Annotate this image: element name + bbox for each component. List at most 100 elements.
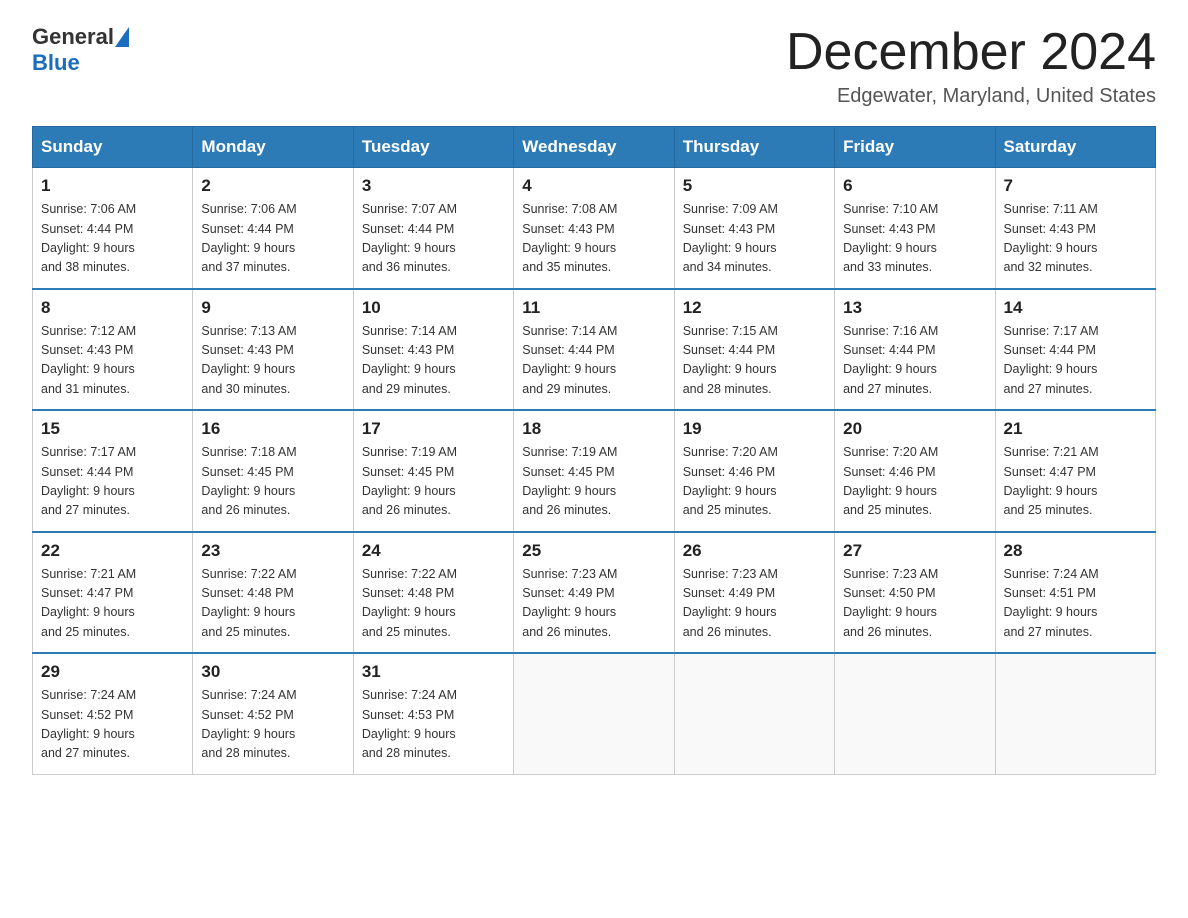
day-info: Sunrise: 7:07 AMSunset: 4:44 PMDaylight:… [362,200,505,278]
calendar-day-cell: 8 Sunrise: 7:12 AMSunset: 4:43 PMDaylight… [33,289,193,411]
day-number: 6 [843,176,986,196]
day-info: Sunrise: 7:22 AMSunset: 4:48 PMDaylight:… [362,565,505,643]
calendar-day-cell: 31 Sunrise: 7:24 AMSunset: 4:53 PMDayligh… [353,653,513,774]
day-info: Sunrise: 7:17 AMSunset: 4:44 PMDaylight:… [1004,322,1147,400]
day-info: Sunrise: 7:23 AMSunset: 4:50 PMDaylight:… [843,565,986,643]
day-info: Sunrise: 7:17 AMSunset: 4:44 PMDaylight:… [41,443,184,521]
day-number: 13 [843,298,986,318]
calendar-week-row: 1 Sunrise: 7:06 AMSunset: 4:44 PMDaylight… [33,168,1156,289]
logo-flag-icon [115,27,129,47]
calendar-day-cell: 9Sunrise: 7:13 AMSunset: 4:43 PMDaylight… [193,289,353,411]
day-number: 7 [1004,176,1147,196]
calendar-header-wednesday: Wednesday [514,127,674,168]
calendar-day-cell: 26 Sunrise: 7:23 AMSunset: 4:49 PMDayligh… [674,532,834,654]
day-info: Sunrise: 7:21 AMSunset: 4:47 PMDaylight:… [41,565,184,643]
day-number: 21 [1004,419,1147,439]
day-number: 3 [362,176,505,196]
page-header: General Blue December 2024 Edgewater, Ma… [32,24,1156,108]
day-info: Sunrise: 7:09 AMSunset: 4:43 PMDaylight:… [683,200,826,278]
calendar-table: SundayMondayTuesdayWednesdayThursdayFrid… [32,126,1156,775]
day-info: Sunrise: 7:13 AMSunset: 4:43 PMDaylight:… [201,322,344,400]
calendar-day-cell: 6Sunrise: 7:10 AMSunset: 4:43 PMDaylight… [835,168,995,289]
day-number: 14 [1004,298,1147,318]
logo: General Blue [32,24,129,76]
calendar-day-cell [674,653,834,774]
day-info: Sunrise: 7:15 AMSunset: 4:44 PMDaylight:… [683,322,826,400]
day-number: 8 [41,298,184,318]
day-number: 10 [362,298,505,318]
day-info: Sunrise: 7:24 AMSunset: 4:51 PMDaylight:… [1004,565,1147,643]
day-info: Sunrise: 7:19 AMSunset: 4:45 PMDaylight:… [362,443,505,521]
calendar-subtitle: Edgewater, Maryland, United States [786,85,1156,108]
logo-blue-text: Blue [32,50,80,76]
calendar-day-cell: 22 Sunrise: 7:21 AMSunset: 4:47 PMDayligh… [33,532,193,654]
day-number: 24 [362,541,505,561]
day-number: 1 [41,176,184,196]
calendar-day-cell: 23 Sunrise: 7:22 AMSunset: 4:48 PMDayligh… [193,532,353,654]
calendar-day-cell: 13 Sunrise: 7:16 AMSunset: 4:44 PMDayligh… [835,289,995,411]
day-number: 26 [683,541,826,561]
day-info: Sunrise: 7:16 AMSunset: 4:44 PMDaylight:… [843,322,986,400]
day-number: 4 [522,176,665,196]
day-number: 29 [41,662,184,682]
calendar-day-cell: 5 Sunrise: 7:09 AMSunset: 4:43 PMDaylight… [674,168,834,289]
day-number: 16 [201,419,344,439]
calendar-day-cell: 17 Sunrise: 7:19 AMSunset: 4:45 PMDayligh… [353,410,513,532]
day-info: Sunrise: 7:06 AMSunset: 4:44 PMDaylight:… [201,200,344,278]
day-info: Sunrise: 7:22 AMSunset: 4:48 PMDaylight:… [201,565,344,643]
calendar-day-cell: 15 Sunrise: 7:17 AMSunset: 4:44 PMDayligh… [33,410,193,532]
day-number: 15 [41,419,184,439]
calendar-title: December 2024 [786,24,1156,81]
day-number: 11 [522,298,665,318]
calendar-day-cell: 25 Sunrise: 7:23 AMSunset: 4:49 PMDayligh… [514,532,674,654]
calendar-day-cell: 28Sunrise: 7:24 AMSunset: 4:51 PMDayligh… [995,532,1155,654]
day-number: 23 [201,541,344,561]
calendar-week-row: 22 Sunrise: 7:21 AMSunset: 4:47 PMDayligh… [33,532,1156,654]
day-number: 25 [522,541,665,561]
day-info: Sunrise: 7:06 AMSunset: 4:44 PMDaylight:… [41,200,184,278]
calendar-day-cell: 27 Sunrise: 7:23 AMSunset: 4:50 PMDayligh… [835,532,995,654]
day-info: Sunrise: 7:23 AMSunset: 4:49 PMDaylight:… [683,565,826,643]
day-info: Sunrise: 7:14 AMSunset: 4:43 PMDaylight:… [362,322,505,400]
day-info: Sunrise: 7:11 AMSunset: 4:43 PMDaylight:… [1004,200,1147,278]
day-number: 19 [683,419,826,439]
day-info: Sunrise: 7:14 AMSunset: 4:44 PMDaylight:… [522,322,665,400]
day-info: Sunrise: 7:12 AMSunset: 4:43 PMDaylight:… [41,322,184,400]
calendar-day-cell: 16 Sunrise: 7:18 AMSunset: 4:45 PMDayligh… [193,410,353,532]
day-number: 5 [683,176,826,196]
day-number: 17 [362,419,505,439]
calendar-day-cell: 12Sunrise: 7:15 AMSunset: 4:44 PMDayligh… [674,289,834,411]
day-number: 20 [843,419,986,439]
calendar-day-cell: 1 Sunrise: 7:06 AMSunset: 4:44 PMDaylight… [33,168,193,289]
calendar-day-cell [514,653,674,774]
calendar-day-cell: 2Sunrise: 7:06 AMSunset: 4:44 PMDaylight… [193,168,353,289]
calendar-day-cell: 24 Sunrise: 7:22 AMSunset: 4:48 PMDayligh… [353,532,513,654]
calendar-header-sunday: Sunday [33,127,193,168]
day-info: Sunrise: 7:23 AMSunset: 4:49 PMDaylight:… [522,565,665,643]
calendar-day-cell: 11 Sunrise: 7:14 AMSunset: 4:44 PMDayligh… [514,289,674,411]
calendar-week-row: 15 Sunrise: 7:17 AMSunset: 4:44 PMDayligh… [33,410,1156,532]
calendar-day-cell: 4 Sunrise: 7:08 AMSunset: 4:43 PMDaylight… [514,168,674,289]
day-number: 31 [362,662,505,682]
calendar-day-cell: 21 Sunrise: 7:21 AMSunset: 4:47 PMDayligh… [995,410,1155,532]
calendar-day-cell: 30Sunrise: 7:24 AMSunset: 4:52 PMDayligh… [193,653,353,774]
calendar-day-cell: 20Sunrise: 7:20 AMSunset: 4:46 PMDayligh… [835,410,995,532]
calendar-day-cell: 10 Sunrise: 7:14 AMSunset: 4:43 PMDayligh… [353,289,513,411]
calendar-week-row: 29 Sunrise: 7:24 AMSunset: 4:52 PMDayligh… [33,653,1156,774]
day-info: Sunrise: 7:20 AMSunset: 4:46 PMDaylight:… [683,443,826,521]
calendar-day-cell: 18Sunrise: 7:19 AMSunset: 4:45 PMDayligh… [514,410,674,532]
calendar-week-row: 8 Sunrise: 7:12 AMSunset: 4:43 PMDaylight… [33,289,1156,411]
calendar-day-cell: 29Sunrise: 7:24 AMSunset: 4:52 PMDayligh… [33,653,193,774]
day-info: Sunrise: 7:21 AMSunset: 4:47 PMDaylight:… [1004,443,1147,521]
day-info: Sunrise: 7:24 AMSunset: 4:53 PMDaylight:… [362,686,505,764]
calendar-day-cell: 19 Sunrise: 7:20 AMSunset: 4:46 PMDayligh… [674,410,834,532]
day-number: 22 [41,541,184,561]
calendar-day-cell: 3 Sunrise: 7:07 AMSunset: 4:44 PMDaylight… [353,168,513,289]
calendar-header-row: SundayMondayTuesdayWednesdayThursdayFrid… [33,127,1156,168]
day-info: Sunrise: 7:18 AMSunset: 4:45 PMDaylight:… [201,443,344,521]
day-number: 27 [843,541,986,561]
day-info: Sunrise: 7:24 AMSunset: 4:52 PMDaylight:… [201,686,344,764]
title-block: December 2024 Edgewater, Maryland, Unite… [786,24,1156,108]
day-info: Sunrise: 7:19 AMSunset: 4:45 PMDaylight:… [522,443,665,521]
day-info: Sunrise: 7:08 AMSunset: 4:43 PMDaylight:… [522,200,665,278]
